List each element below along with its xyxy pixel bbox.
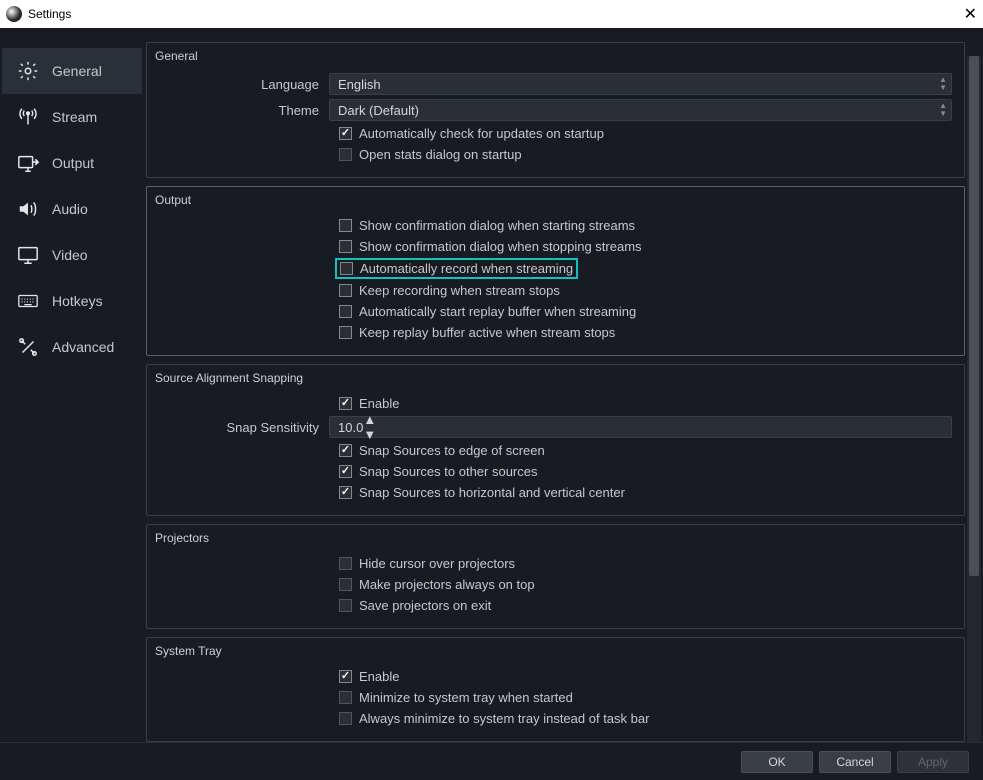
snap-center-checkbox[interactable] — [339, 486, 352, 499]
systray-enable-label: Enable — [359, 669, 399, 684]
always-top-checkbox[interactable] — [339, 578, 352, 591]
content-area: General Language English ▲▼ Theme Dark (… — [142, 42, 981, 742]
group-snapping: Source Alignment Snapping Enable Snap Se… — [146, 364, 965, 516]
sidebar-item-label: Advanced — [52, 339, 114, 355]
auto-update-label: Automatically check for updates on start… — [359, 126, 604, 141]
sidebar-item-general[interactable]: General — [2, 48, 142, 94]
spinner-icon: ▲▼ — [939, 76, 947, 92]
save-exit-checkbox[interactable] — [339, 599, 352, 612]
always-top-label: Make projectors always on top — [359, 577, 535, 592]
sidebar: General Stream Output Audio — [2, 42, 142, 742]
group-general: General Language English ▲▼ Theme Dark (… — [146, 42, 965, 178]
confirm-start-checkbox[interactable] — [339, 219, 352, 232]
keep-recording-label: Keep recording when stream stops — [359, 283, 560, 298]
sidebar-item-output[interactable]: Output — [2, 140, 142, 186]
sidebar-item-label: Output — [52, 155, 94, 171]
speaker-icon — [16, 197, 40, 221]
spinner-icon: ▲▼ — [939, 102, 947, 118]
confirm-stop-checkbox[interactable] — [339, 240, 352, 253]
sidebar-item-label: Hotkeys — [52, 293, 103, 309]
auto-record-label: Automatically record when streaming — [360, 261, 573, 276]
group-title: General — [155, 49, 948, 63]
snap-edge-checkbox[interactable] — [339, 444, 352, 457]
gear-icon — [16, 59, 40, 83]
hide-cursor-label: Hide cursor over projectors — [359, 556, 515, 571]
ok-button[interactable]: OK — [741, 751, 813, 773]
titlebar: Settings ✕ — [0, 0, 983, 28]
group-projectors: Projectors Hide cursor over projectors M… — [146, 524, 965, 629]
snap-sensitivity-label: Snap Sensitivity — [159, 420, 329, 435]
keep-replay-checkbox[interactable] — [339, 326, 352, 339]
window-title: Settings — [28, 7, 964, 21]
app-icon — [6, 6, 22, 22]
group-systray: System Tray Enable Minimize to system tr… — [146, 637, 965, 742]
sidebar-item-stream[interactable]: Stream — [2, 94, 142, 140]
cancel-button[interactable]: Cancel — [819, 751, 891, 773]
snap-enable-checkbox[interactable] — [339, 397, 352, 410]
close-icon[interactable]: ✕ — [964, 4, 977, 24]
auto-replay-label: Automatically start replay buffer when s… — [359, 304, 636, 319]
minimize-start-label: Minimize to system tray when started — [359, 690, 573, 705]
language-select[interactable]: English ▲▼ — [329, 73, 952, 95]
snap-other-checkbox[interactable] — [339, 465, 352, 478]
footer: OK Cancel Apply — [0, 742, 983, 780]
always-minimize-checkbox[interactable] — [339, 712, 352, 725]
snap-enable-label: Enable — [359, 396, 399, 411]
group-title: Source Alignment Snapping — [155, 371, 948, 385]
settings-window: Settings ✕ General Stream Output — [0, 0, 983, 780]
auto-update-checkbox[interactable] — [339, 127, 352, 140]
sidebar-item-label: Stream — [52, 109, 97, 125]
theme-value: Dark (Default) — [338, 103, 419, 118]
save-exit-label: Save projectors on exit — [359, 598, 491, 613]
keep-replay-label: Keep replay buffer active when stream st… — [359, 325, 615, 340]
always-minimize-label: Always minimize to system tray instead o… — [359, 711, 649, 726]
systray-enable-checkbox[interactable] — [339, 670, 352, 683]
open-stats-checkbox[interactable] — [339, 148, 352, 161]
snap-sensitivity-value: 10.0 — [338, 420, 363, 435]
sidebar-item-audio[interactable]: Audio — [2, 186, 142, 232]
output-icon — [16, 151, 40, 175]
snap-other-label: Snap Sources to other sources — [359, 464, 538, 479]
snap-center-label: Snap Sources to horizontal and vertical … — [359, 485, 625, 500]
snap-sensitivity-input[interactable]: 10.0 ▲▼ — [329, 416, 952, 438]
sidebar-item-label: Video — [52, 247, 88, 263]
sidebar-item-label: Audio — [52, 201, 88, 217]
group-title: Projectors — [155, 531, 948, 545]
sidebar-item-video[interactable]: Video — [2, 232, 142, 278]
group-output: Output Show confirmation dialog when sta… — [146, 186, 965, 356]
confirm-start-label: Show confirmation dialog when starting s… — [359, 218, 635, 233]
spinner-icon: ▲▼ — [363, 412, 376, 442]
monitor-icon — [16, 243, 40, 267]
body: General Stream Output Audio — [0, 28, 983, 742]
keep-recording-checkbox[interactable] — [339, 284, 352, 297]
theme-label: Theme — [159, 103, 329, 118]
tools-icon — [16, 335, 40, 359]
language-value: English — [338, 77, 381, 92]
auto-replay-checkbox[interactable] — [339, 305, 352, 318]
sidebar-item-hotkeys[interactable]: Hotkeys — [2, 278, 142, 324]
hide-cursor-checkbox[interactable] — [339, 557, 352, 570]
sidebar-item-advanced[interactable]: Advanced — [2, 324, 142, 370]
snap-edge-label: Snap Sources to edge of screen — [359, 443, 545, 458]
open-stats-label: Open stats dialog on startup — [359, 147, 522, 162]
confirm-stop-label: Show confirmation dialog when stopping s… — [359, 239, 642, 254]
keyboard-icon — [16, 289, 40, 313]
auto-record-highlight: Automatically record when streaming — [335, 258, 578, 279]
minimize-start-checkbox[interactable] — [339, 691, 352, 704]
antenna-icon — [16, 105, 40, 129]
scrollbar-thumb[interactable] — [969, 56, 979, 576]
apply-button[interactable]: Apply — [897, 751, 969, 773]
language-label: Language — [159, 77, 329, 92]
auto-record-checkbox[interactable] — [340, 262, 353, 275]
sidebar-item-label: General — [52, 63, 102, 79]
group-title: Output — [155, 193, 948, 207]
theme-select[interactable]: Dark (Default) ▲▼ — [329, 99, 952, 121]
group-title: System Tray — [155, 644, 948, 658]
